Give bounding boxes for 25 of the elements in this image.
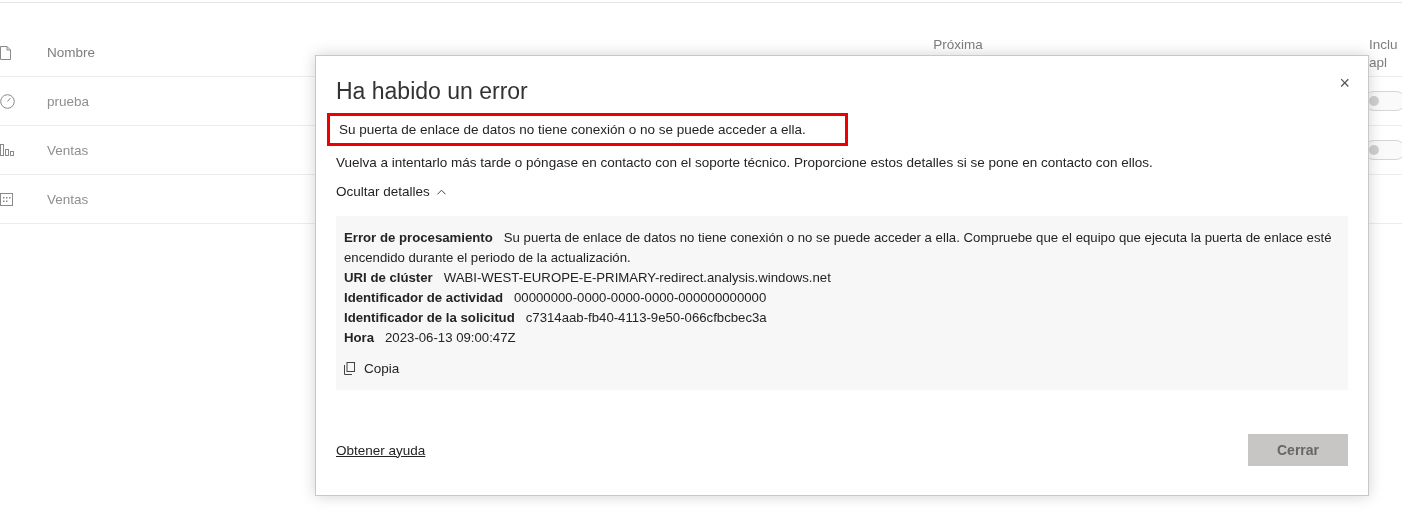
column-header[interactable]: Nombre [47,44,95,62]
detail-line: Identificador de actividad 00000000-0000-0000-0000-000000000000 [344,289,768,307]
chevron-icon [436,188,446,195]
detail-line: Hora 2023-06-13 09:00:47Z [344,329,517,347]
bar-chart-icon [0,144,14,156]
column-header[interactable]: Inclu apl [1369,36,1398,72]
detail-line: URI de clúster WABI-WEST-EUROPE-E-PRIMARY-redirect.analysis.windows.net [344,269,832,287]
detail-line: Identificador de la solicitud c7314aab-fb40-4113-9e50-066cfbcbec3a [344,309,768,327]
item-name[interactable]: Ventas [47,143,89,158]
grid-icon [0,192,13,206]
close-button[interactable]: × [1339,73,1350,94]
hint-text: Vuelva a intentarlo más tarde o póngase en contacto con el soporte técnico. Proporcione estos detalles si se pone en contacto con ellos. [336,155,1154,170]
close-dialog-button[interactable]: Cerrar [1248,434,1348,466]
detail-line: Error de procesamiento Su puerta de enlace de datos no tiene conexión o no se puede acceder a ella. Compruebe que el equipo que ejecuta la puerta de enlace esté encendido durante el periodo de la actualización. [344,229,1333,267]
item-name[interactable]: prueba [47,94,90,109]
copy-button[interactable]: Copia [344,361,400,376]
details-toggle[interactable]: Ocultar detalles [336,184,446,199]
item-name[interactable]: Ventas [47,192,89,207]
copy-icon [344,362,355,375]
file-icon [0,46,11,60]
dialog-title: Ha habido un error [336,78,528,105]
help-link[interactable]: Obtener ayuda [336,442,426,458]
error-message: Su puerta de enlace de datos no tiene conexión o no se puede acceder a ella. [339,122,806,137]
gauge-icon [0,93,15,109]
column-header[interactable]: Próxima [933,36,983,54]
